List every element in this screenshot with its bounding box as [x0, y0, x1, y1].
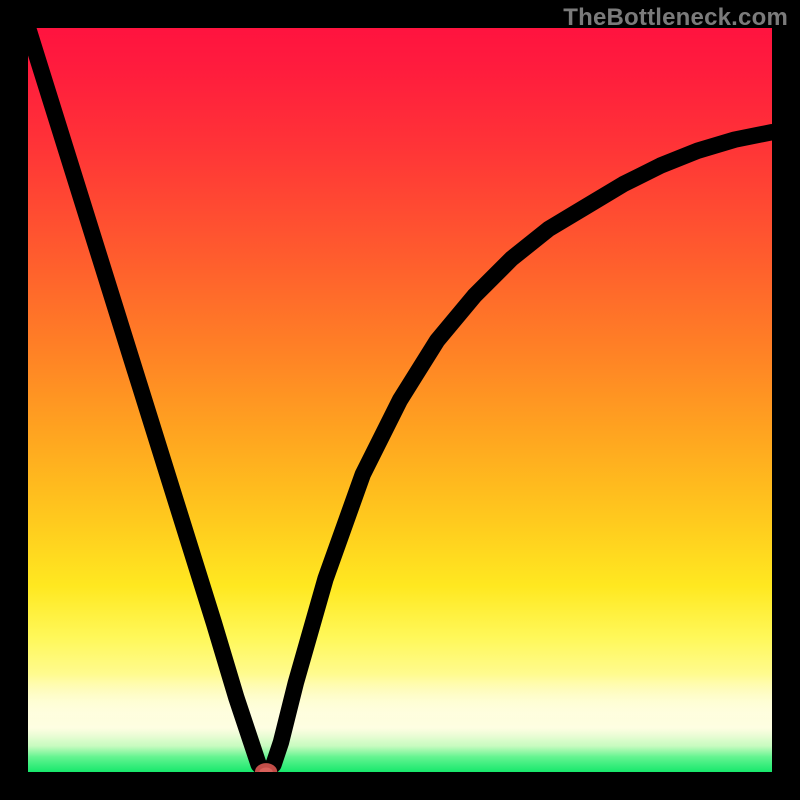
bottleneck-curve [28, 28, 772, 772]
chart-frame: TheBottleneck.com [0, 0, 800, 800]
watermark-text: TheBottleneck.com [563, 4, 788, 32]
chart-svg [28, 28, 772, 772]
plot-area [28, 28, 772, 772]
minimum-marker [257, 765, 275, 772]
